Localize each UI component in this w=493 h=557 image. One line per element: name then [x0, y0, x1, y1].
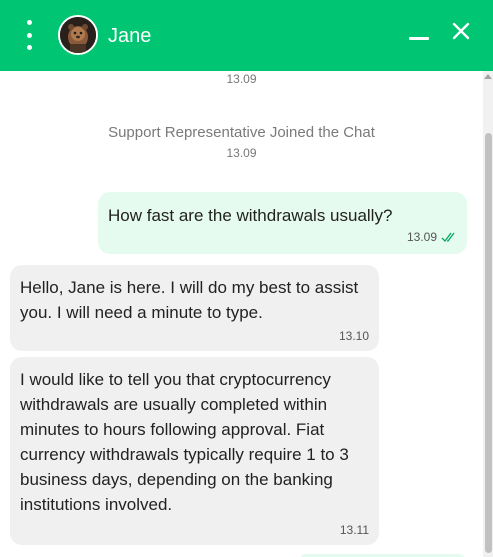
scroll-thumb[interactable] — [485, 133, 492, 553]
incoming-message: I would like to tell you that cryptocurr… — [10, 357, 379, 545]
double-check-icon — [441, 232, 455, 242]
incoming-message: Hello, Jane is here. I will do my best t… — [10, 265, 379, 351]
minimize-icon[interactable] — [407, 24, 431, 48]
vertical-dots-icon[interactable] — [22, 20, 36, 50]
scroll-up-arrow-icon[interactable] — [484, 74, 492, 79]
message-time: 13.10 — [338, 329, 369, 343]
agent-avatar-image — [60, 17, 96, 53]
outgoing-message: How fast are the withdrawals usually? 13… — [98, 192, 467, 254]
message-text: Hello, Jane is here. I will do my best t… — [20, 278, 359, 322]
message-time: 13.11 — [339, 523, 369, 537]
chat-header: Jane — [0, 0, 493, 71]
system-message: Support Representative Joined the Chat — [108, 124, 375, 141]
timestamp: 13.09 — [226, 72, 257, 86]
message-text: I would like to tell you that cryptocurr… — [20, 370, 349, 514]
system-message-time: 13.09 — [226, 146, 257, 160]
agent-name: Jane — [108, 25, 152, 47]
message-text: How fast are the withdrawals usually? — [108, 206, 393, 225]
chat-message-list[interactable]: 13.09 Support Representative Joined the … — [0, 71, 483, 557]
scrollbar[interactable] — [483, 71, 493, 557]
avatar — [58, 15, 98, 55]
close-icon[interactable] — [450, 20, 472, 42]
message-time: 13.09 — [406, 230, 437, 244]
